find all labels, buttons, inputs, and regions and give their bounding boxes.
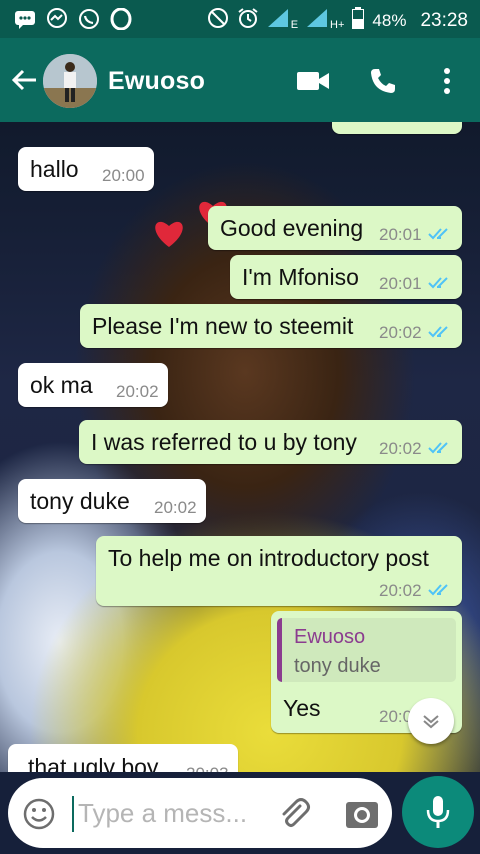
chat-header: Ewuoso — [0, 38, 480, 122]
network-label: E — [290, 18, 299, 31]
mic-button[interactable] — [402, 776, 474, 848]
read-ticks-icon — [428, 277, 448, 289]
status-right: E H+ 48% 23:28 — [207, 7, 468, 34]
signal-icon — [267, 8, 289, 33]
message-bubble-outgoing[interactable]: Please I'm new to steemit 20:02 — [80, 304, 462, 348]
status-bar: E H+ 48% 23:28 — [0, 0, 480, 38]
message-bubble-incoming[interactable]: ok ma 20:02 — [18, 363, 168, 407]
message-bubble-incoming[interactable]: tony duke 20:02 — [18, 479, 206, 523]
message-bubble-incoming[interactable]: hallo 20:00 — [18, 147, 154, 191]
message-bubble-outgoing[interactable]: I was referred to u by tony 20:02 — [79, 420, 462, 464]
messenger-icon — [46, 8, 68, 30]
message-bubble-incoming[interactable]: that ugly boy 20:03 — [8, 744, 238, 772]
message-bubble-outgoing[interactable]: I'm Mfoniso 20:01 — [230, 255, 462, 299]
whatsapp-icon — [78, 8, 100, 30]
attach-icon[interactable] — [276, 796, 312, 832]
message-time: 20:00 — [102, 166, 145, 185]
scroll-to-bottom-button[interactable] — [408, 698, 454, 744]
message-text: Yes — [283, 695, 321, 721]
message-text: I'm Mfoniso — [242, 264, 359, 290]
message-text: Good evening — [220, 215, 364, 241]
read-ticks-icon — [428, 326, 448, 338]
message-text: ok ma — [30, 372, 93, 398]
message-input[interactable]: Type a mess... — [8, 778, 392, 848]
message-time: 20:02 — [379, 581, 422, 600]
text-cursor — [72, 796, 74, 832]
quoted-message[interactable]: Ewuoso tony duke — [277, 618, 456, 682]
quoted-author: Ewuoso — [294, 626, 366, 648]
read-ticks-icon — [428, 584, 448, 596]
message-time: 20:03 — [186, 764, 229, 772]
emoji-icon[interactable] — [22, 797, 56, 831]
battery-percent: 48% — [372, 10, 407, 30]
message-time: 20:02 — [379, 323, 422, 342]
quoted-text: tony duke — [294, 655, 381, 677]
chat-icon — [14, 8, 36, 30]
avatar[interactable] — [43, 54, 97, 108]
composer: Type a mess... — [0, 772, 480, 854]
message-time: 20:01 — [379, 225, 422, 244]
message-time: 20:02 — [154, 498, 197, 517]
more-vert-icon[interactable] — [430, 64, 464, 98]
back-arrow-icon[interactable] — [10, 65, 40, 95]
notification-icons — [14, 8, 132, 30]
heart-decoration — [155, 221, 183, 247]
signal-icon — [306, 8, 328, 33]
message-text: that ugly boy — [28, 754, 159, 772]
camera-icon[interactable] — [344, 796, 380, 832]
battery-icon — [352, 7, 365, 34]
phone-icon[interactable] — [366, 64, 400, 98]
clock: 23:28 — [420, 9, 468, 31]
message-text: To help me on introductory post — [108, 545, 429, 571]
read-ticks-icon — [428, 442, 448, 454]
chevron-down-icon — [423, 715, 439, 729]
alarm-icon — [237, 7, 259, 34]
message-time: 20:01 — [379, 274, 422, 293]
message-text: Please I'm new to steemit — [92, 313, 354, 339]
contact-name[interactable]: Ewuoso — [108, 67, 205, 96]
message-bubble-outgoing[interactable]: Good evening 20:01 — [208, 206, 462, 250]
network-label-2: H+ — [330, 18, 345, 31]
message-text: tony duke — [30, 488, 130, 514]
chat-area[interactable]: hallo 20:00 Good evening 20:01 I'm Mfoni… — [0, 122, 480, 772]
do-not-disturb-icon — [207, 7, 229, 34]
message-bubble-partial[interactable] — [332, 122, 462, 134]
message-placeholder: Type a mess... — [78, 798, 248, 828]
mic-icon — [426, 796, 450, 828]
message-bubble-outgoing[interactable]: To help me on introductory post 20:02 — [96, 536, 462, 606]
read-ticks-icon — [428, 228, 448, 240]
message-text: hallo — [30, 156, 79, 182]
opera-icon — [110, 8, 132, 30]
message-time: 20:02 — [116, 382, 159, 401]
video-call-icon[interactable] — [296, 64, 330, 98]
message-time: 20:02 — [379, 439, 422, 458]
message-text: I was referred to u by tony — [91, 429, 357, 455]
